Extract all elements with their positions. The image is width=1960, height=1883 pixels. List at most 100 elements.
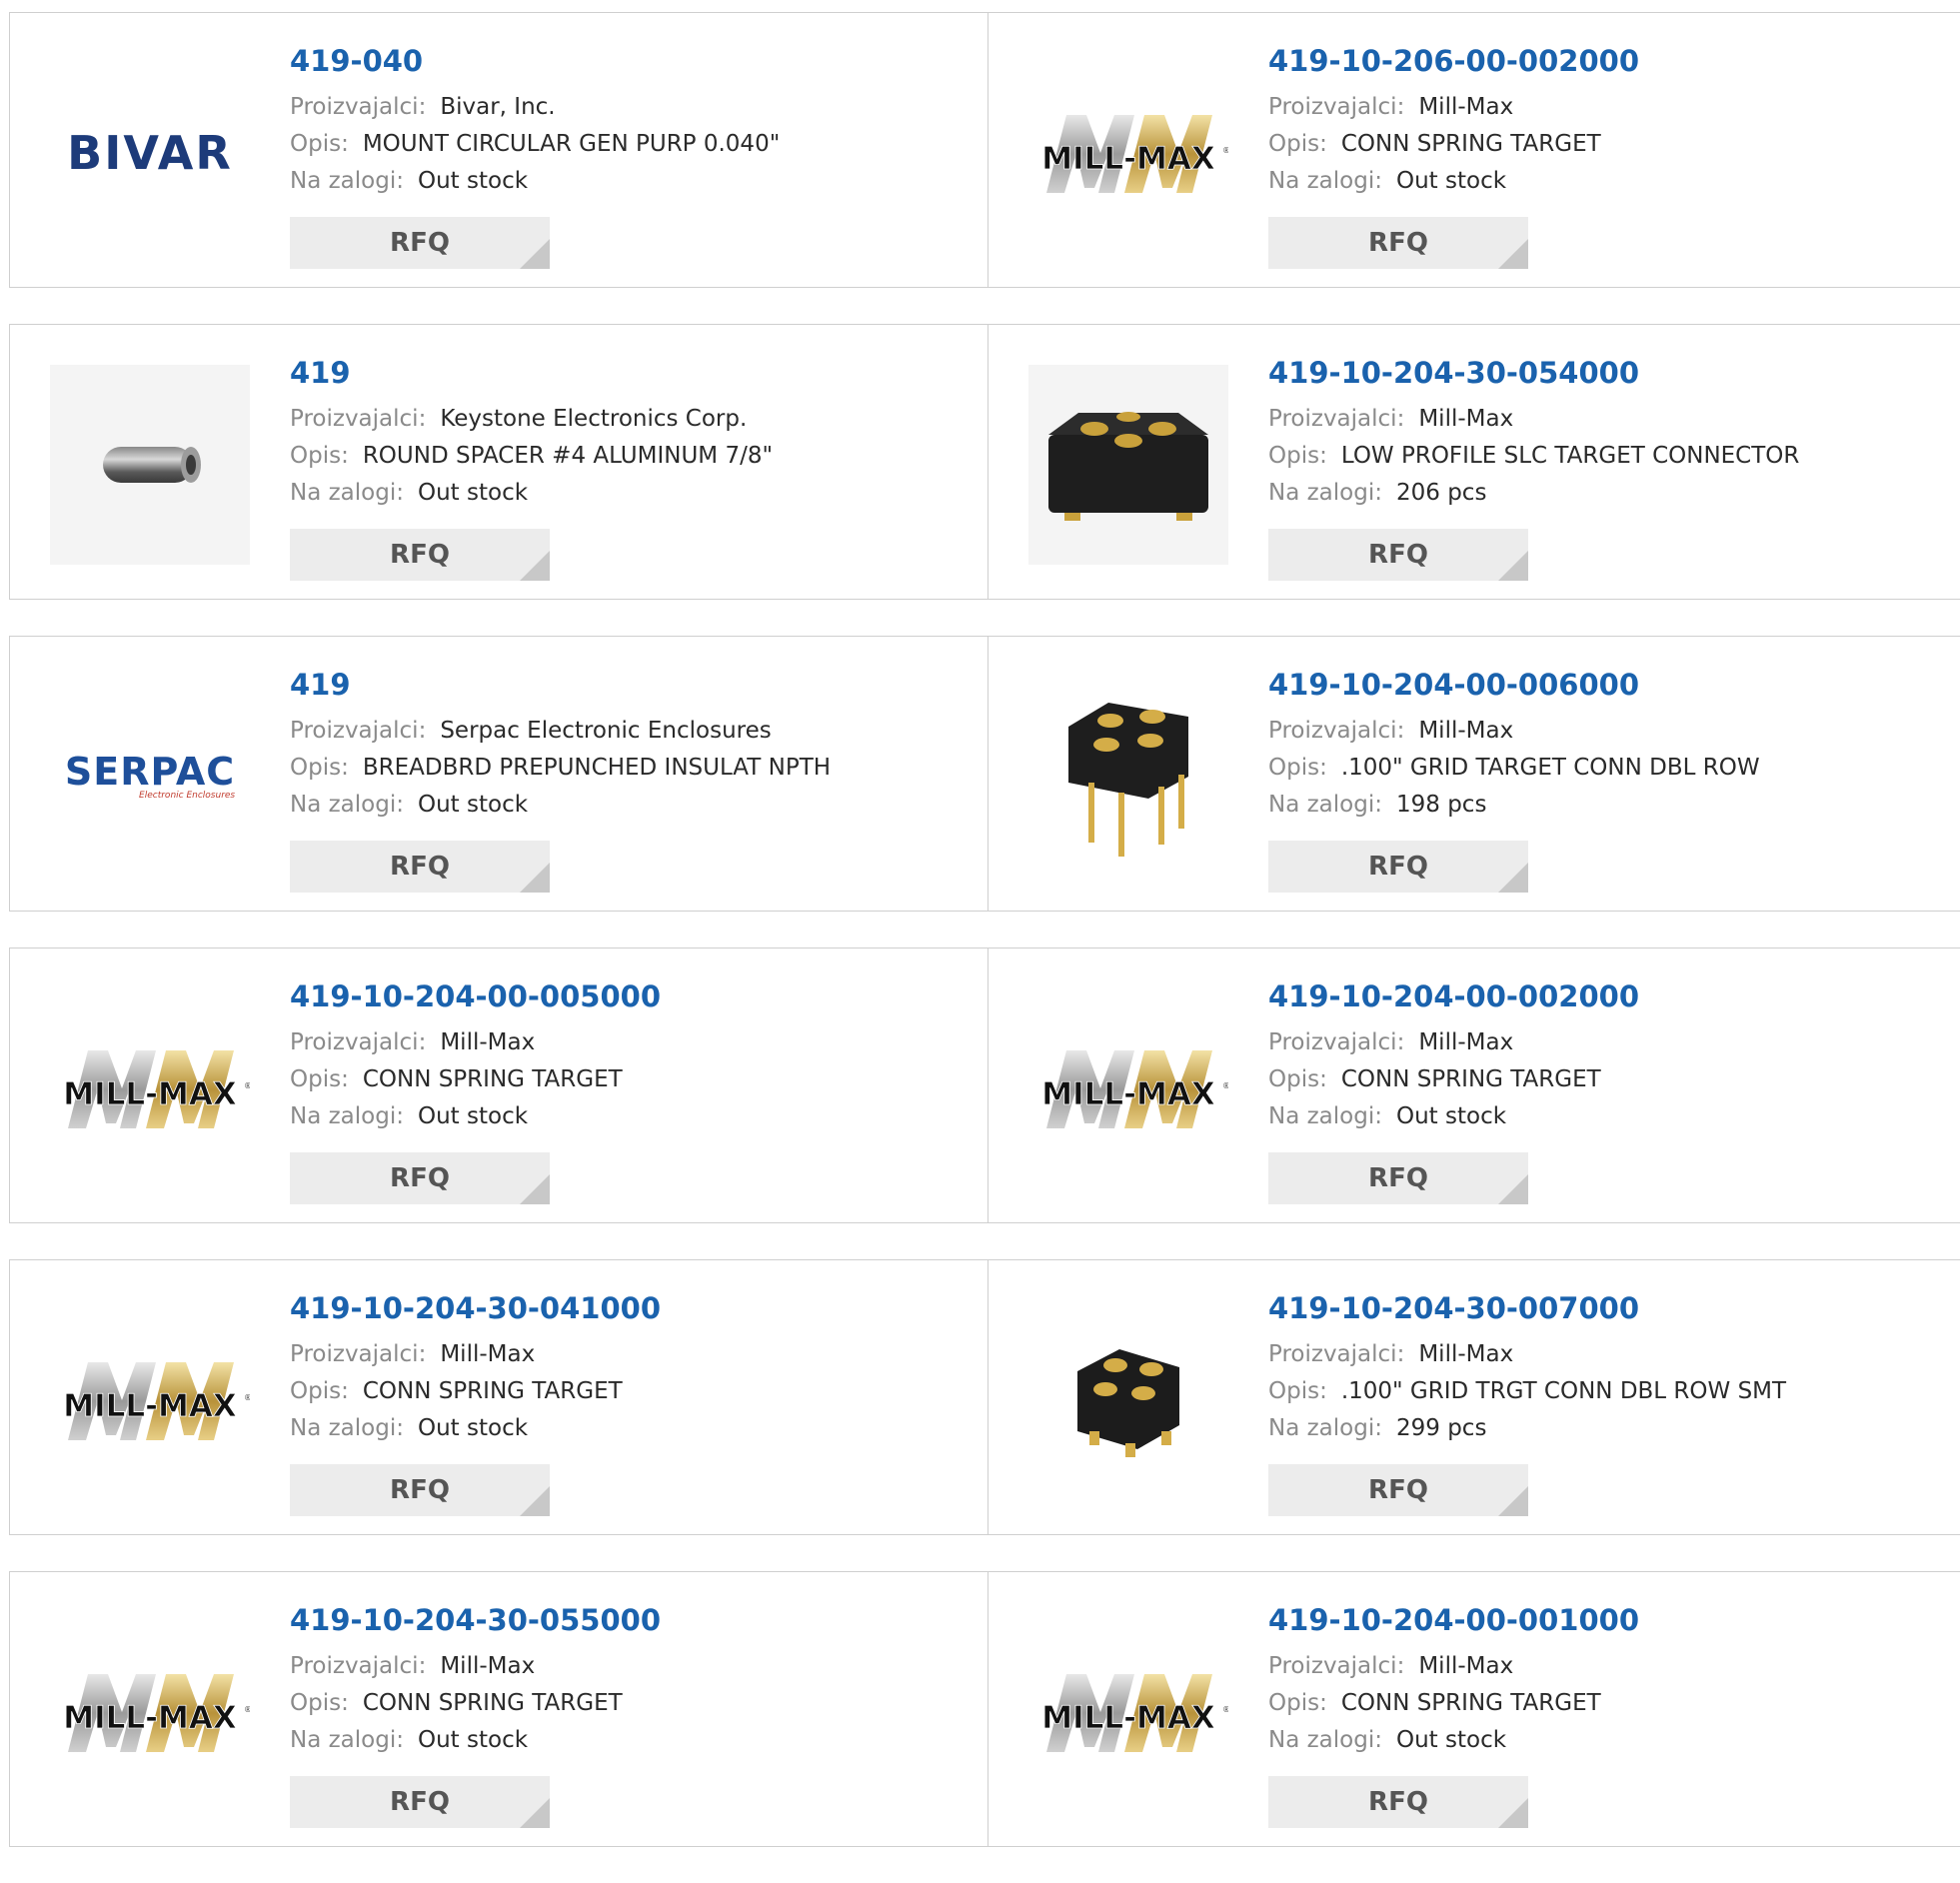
serpac-logo-icon: SERPAC Electronic Enclosures (64, 750, 236, 801)
mill-max-logo-icon: MILL-MAX ® (1041, 1674, 1228, 1752)
product-row: MILL-MAX ® 419-10-204-30-055000 Proizvaja… (9, 1571, 1960, 1847)
manufacturer-line: Proizvajalci: Mill-Max (1268, 401, 1950, 438)
rfq-corner-decoration (1498, 239, 1528, 269)
product-row: BIVAR 419-040 Proizvajalci: Bivar, Inc. O… (9, 12, 1960, 288)
product-card: 419-10-204-30-054000 Proizvajalci: Mill-M… (987, 325, 1960, 599)
manufacturer-label: Proizvajalci: (290, 1653, 427, 1679)
product-image[interactable]: MILL-MAX ® (1028, 53, 1228, 253)
mill-max-logo-icon: MILL-MAX ® (63, 1674, 250, 1752)
product-info: 419-10-204-30-054000 Proizvajalci: Mill-M… (1268, 353, 1950, 581)
product-card: 419-10-204-00-006000 Proizvajalci: Mill-M… (987, 637, 1960, 911)
rfq-button[interactable]: RFQ (1268, 1152, 1528, 1204)
product-info: 419-10-204-00-002000 Proizvajalci: Mill-M… (1268, 976, 1950, 1204)
stock-line: Na zalogi: 206 pcs (1268, 475, 1950, 512)
mill-max-logo-icon: MILL-MAX ® (1041, 1050, 1228, 1128)
description-line: Opis: CONN SPRING TARGET (290, 1373, 978, 1410)
product-image[interactable]: MILL-MAX ® (50, 1300, 250, 1500)
description-label: Opis: (290, 1378, 349, 1404)
rfq-button[interactable]: RFQ (290, 1776, 550, 1828)
rfq-button[interactable]: RFQ (290, 529, 550, 581)
product-info: 419-10-206-00-002000 Proizvajalci: Mill-M… (1268, 41, 1950, 269)
mill-max-logo-text: MILL-MAX (63, 1700, 237, 1736)
product-image[interactable]: MILL-MAX ® (1028, 988, 1228, 1188)
rfq-corner-decoration (1498, 1798, 1528, 1828)
stock-line: Na zalogi: Out stock (290, 163, 978, 200)
description-label: Opis: (1268, 755, 1327, 781)
stock-value: Out stock (417, 168, 529, 194)
stock-line: Na zalogi: Out stock (290, 1098, 978, 1135)
stock-value: Out stock (1395, 1727, 1507, 1753)
manufacturer-value: Mill-Max (1418, 406, 1514, 432)
rfq-button[interactable]: RFQ (1268, 217, 1528, 269)
rfq-button[interactable]: RFQ (1268, 841, 1528, 893)
manufacturer-value: Bivar, Inc. (440, 94, 556, 120)
rfq-button[interactable]: RFQ (1268, 1776, 1528, 1828)
product-image[interactable] (1028, 677, 1228, 877)
manufacturer-line: Proizvajalci: Mill-Max (290, 1024, 978, 1061)
stock-label: Na zalogi: (290, 480, 404, 506)
rfq-label: RFQ (1368, 228, 1428, 258)
product-image[interactable]: MILL-MAX ® (50, 1612, 250, 1812)
part-number-link[interactable]: 419 (290, 353, 978, 393)
stock-line: Na zalogi: 299 pcs (1268, 1410, 1950, 1447)
product-card: MILL-MAX ® 419-10-204-30-055000 Proizvaja… (10, 1572, 987, 1846)
rfq-label: RFQ (1368, 1787, 1428, 1817)
manufacturer-label: Proizvajalci: (1268, 718, 1405, 744)
part-number-link[interactable]: 419 (290, 665, 978, 705)
description-value: BREADBRD PREPUNCHED INSULAT NPTH (362, 755, 832, 781)
description-line: Opis: CONN SPRING TARGET (290, 1061, 978, 1098)
part-number-link[interactable]: 419-10-204-30-041000 (290, 1288, 978, 1328)
product-card: 419-10-204-30-007000 Proizvajalci: Mill-M… (987, 1260, 1960, 1534)
part-number-link[interactable]: 419-10-204-00-005000 (290, 976, 978, 1016)
manufacturer-label: Proizvajalci: (1268, 1653, 1405, 1679)
stock-line: Na zalogi: Out stock (290, 475, 978, 512)
mill-max-logo-icon: MILL-MAX ® (63, 1362, 250, 1440)
description-value: ROUND SPACER #4 ALUMINUM 7/8" (362, 443, 774, 469)
product-image[interactable] (1028, 1300, 1228, 1500)
description-label: Opis: (290, 1690, 349, 1716)
product-image[interactable]: SERPAC Electronic Enclosures (50, 677, 250, 877)
manufacturer-label: Proizvajalci: (290, 406, 427, 432)
manufacturer-line: Proizvajalci: Mill-Max (290, 1336, 978, 1373)
product-row: MILL-MAX ® 419-10-204-00-005000 Proizvaja… (9, 947, 1960, 1223)
part-number-link[interactable]: 419-10-204-30-054000 (1268, 353, 1950, 393)
rfq-button[interactable]: RFQ (290, 1464, 550, 1516)
stock-label: Na zalogi: (290, 1415, 404, 1441)
rfq-button[interactable]: RFQ (290, 1152, 550, 1204)
description-label: Opis: (1268, 1066, 1327, 1092)
rfq-button[interactable]: RFQ (1268, 1464, 1528, 1516)
mill-max-logo-text: MILL-MAX (1041, 1700, 1215, 1736)
manufacturer-value: Mill-Max (1418, 1029, 1514, 1055)
part-number-link[interactable]: 419-10-204-30-007000 (1268, 1288, 1950, 1328)
part-number-link[interactable]: 419-10-204-00-001000 (1268, 1600, 1950, 1640)
manufacturer-line: Proizvajalci: Keystone Electronics Corp. (290, 401, 978, 438)
stock-line: Na zalogi: Out stock (1268, 1098, 1950, 1135)
description-value: CONN SPRING TARGET (362, 1690, 623, 1716)
rfq-button[interactable]: RFQ (1268, 529, 1528, 581)
product-image[interactable]: MILL-MAX ® (50, 988, 250, 1188)
rfq-button[interactable]: RFQ (290, 841, 550, 893)
product-image[interactable] (1028, 365, 1228, 565)
stock-label: Na zalogi: (1268, 1103, 1382, 1129)
part-number-link[interactable]: 419-040 (290, 41, 978, 81)
svg-text:®: ® (244, 1705, 250, 1714)
description-line: Opis: ROUND SPACER #4 ALUMINUM 7/8" (290, 438, 978, 475)
description-value: LOW PROFILE SLC TARGET CONNECTOR (1340, 443, 1800, 469)
part-number-link[interactable]: 419-10-204-00-002000 (1268, 976, 1950, 1016)
description-value: .100" GRID TRGT CONN DBL ROW SMT (1340, 1378, 1787, 1404)
stock-value: Out stock (417, 1415, 529, 1441)
manufacturer-line: Proizvajalci: Serpac Electronic Enclosure… (290, 713, 978, 750)
stock-label: Na zalogi: (1268, 792, 1382, 818)
product-image[interactable] (50, 365, 250, 565)
product-info: 419-10-204-30-055000 Proizvajalci: Mill-M… (290, 1600, 978, 1828)
product-image[interactable]: MILL-MAX ® (1028, 1612, 1228, 1812)
product-card: MILL-MAX ® 419-10-204-00-001000 Proizvaja… (987, 1572, 1960, 1846)
product-image[interactable]: BIVAR (50, 53, 250, 253)
part-number-link[interactable]: 419-10-204-30-055000 (290, 1600, 978, 1640)
rfq-button[interactable]: RFQ (290, 217, 550, 269)
mill-max-logo-text: MILL-MAX (1041, 141, 1215, 177)
part-number-link[interactable]: 419-10-204-00-006000 (1268, 665, 1950, 705)
part-number-link[interactable]: 419-10-206-00-002000 (1268, 41, 1950, 81)
svg-text:®: ® (1222, 146, 1228, 155)
rfq-corner-decoration (1498, 551, 1528, 581)
